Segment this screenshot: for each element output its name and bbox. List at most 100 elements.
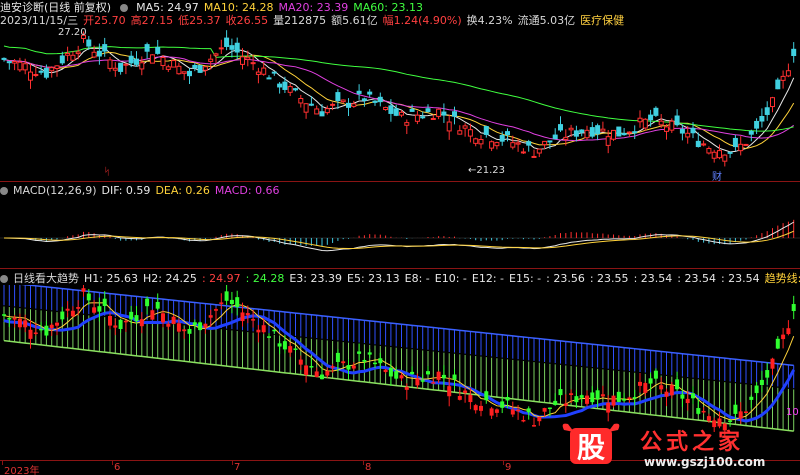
candle-body: [732, 137, 738, 148]
trend-candle-body: [457, 396, 462, 400]
trend-candle-body: [198, 322, 203, 331]
candle-body: [372, 100, 378, 103]
candle-body: [780, 75, 786, 81]
trend-candle-body: [261, 325, 266, 333]
candle-body: [632, 131, 638, 134]
trend-candle-body: [574, 396, 579, 403]
trend-candle-body: [537, 416, 542, 422]
candle-body: [764, 107, 770, 115]
trend-candle-body: [426, 371, 430, 375]
trend-candle-body: [786, 328, 791, 335]
gszj-logo-icon: 股: [562, 423, 620, 464]
trend-candle-body: [542, 408, 547, 412]
candle-body: [425, 108, 431, 113]
candle-body: [467, 129, 473, 137]
stock-title: 迪安诊断(日线 前复权): [0, 1, 112, 14]
candle-body: [785, 70, 791, 77]
trend-candle-body: [357, 351, 362, 354]
trend-candle-body: [420, 380, 425, 382]
low-label: ←21.23: [468, 165, 506, 176]
x-axis-label-4: 9: [505, 462, 512, 473]
candle-body: [743, 143, 749, 146]
candle-body: [319, 111, 325, 117]
candle-body: [287, 86, 293, 93]
high-label: 27.20: [58, 27, 87, 38]
trend-candle-body: [76, 307, 81, 309]
trend-candle-body: [378, 358, 383, 364]
trend-candle-body: [346, 365, 351, 370]
trend-candle-body: [65, 308, 70, 311]
trend-candle-body: [192, 322, 197, 326]
ma-legend-item-1: MA10: 24.28: [203, 1, 274, 14]
settings-icon[interactable]: [119, 4, 128, 12]
trend-candle-body: [404, 386, 409, 390]
candle-body: [245, 56, 251, 60]
price-chart[interactable]: [0, 28, 800, 181]
macd-settings-icon[interactable]: [0, 187, 8, 195]
candle-body: [229, 45, 235, 50]
candle-body: [181, 71, 187, 74]
candle-body: [446, 121, 452, 132]
candle-body: [626, 131, 632, 134]
trend-candle-body: [791, 304, 796, 312]
trend-candle-body: [351, 365, 356, 369]
trend-candle-body: [669, 385, 674, 396]
trend-candle-body: [139, 319, 144, 327]
candle-body: [303, 103, 309, 113]
trend-candle-body: [643, 383, 648, 393]
candle-body: [658, 120, 664, 126]
trend-candle-body: [182, 329, 187, 332]
trend-candle-body: [532, 425, 536, 427]
trend-candle-body: [569, 393, 574, 395]
trend-candle-body: [44, 325, 49, 336]
candle-body: [542, 140, 548, 146]
candle-body: [213, 53, 219, 56]
candle-body: [250, 62, 256, 65]
candle-body: [43, 68, 49, 78]
trend-legend-item-14: : 23.54: [677, 272, 716, 285]
candle-body: [383, 106, 389, 111]
info-item-0: 2023/11/15/三: [0, 14, 79, 27]
trend-candle-body: [166, 323, 171, 327]
trend-candle-body: [28, 329, 33, 339]
trend-candle-body: [675, 379, 680, 390]
candle-body: [96, 50, 102, 57]
trend-candle-body: [70, 310, 75, 317]
candle-body: [568, 127, 574, 131]
trend-candle-body: [547, 407, 552, 410]
candle-body: [330, 103, 336, 106]
candle-body: [293, 88, 298, 91]
candle-body: [377, 96, 383, 103]
trend-settings-icon[interactable]: [0, 275, 8, 283]
trend-candle-body: [558, 389, 563, 396]
candle-body: [149, 54, 155, 64]
candle-body: [584, 129, 590, 139]
trend-candle-body: [171, 316, 176, 325]
panel-divider: [0, 268, 800, 269]
trend-candle-body: [648, 378, 653, 384]
trend-legend-item-4: : 24.28: [245, 272, 285, 285]
trend-candle-body: [563, 403, 568, 406]
trend-candle-body: [733, 404, 738, 414]
macd-chart[interactable]: [0, 196, 800, 266]
trend-candle-body: [341, 361, 346, 364]
trend-candle-body: [293, 348, 298, 350]
candle-body: [340, 99, 346, 103]
trend-candle-body: [7, 317, 12, 320]
event-marker-icon[interactable]: ᛋ: [104, 167, 110, 178]
ma-legend-item-0: MA5: 24.97: [136, 1, 199, 14]
candle-body: [595, 125, 601, 135]
stock-chart-window: 迪安诊断(日线 前复权) MA5: 24.97 MA10: 24.28 MA20: …: [0, 0, 800, 475]
trend-candle-body: [92, 307, 97, 313]
candle-body: [462, 125, 468, 129]
trend-candle-body: [208, 315, 213, 318]
candle-body: [770, 97, 775, 108]
trend-candle-body: [627, 397, 632, 400]
trend-candle-body: [399, 375, 404, 379]
x-axis-label-3: 8: [365, 462, 372, 473]
trend-candle-body: [744, 411, 748, 414]
candle-body: [399, 111, 404, 116]
candle-body: [171, 60, 177, 68]
candle-body: [65, 52, 71, 56]
trend-candle-body: [738, 411, 743, 419]
